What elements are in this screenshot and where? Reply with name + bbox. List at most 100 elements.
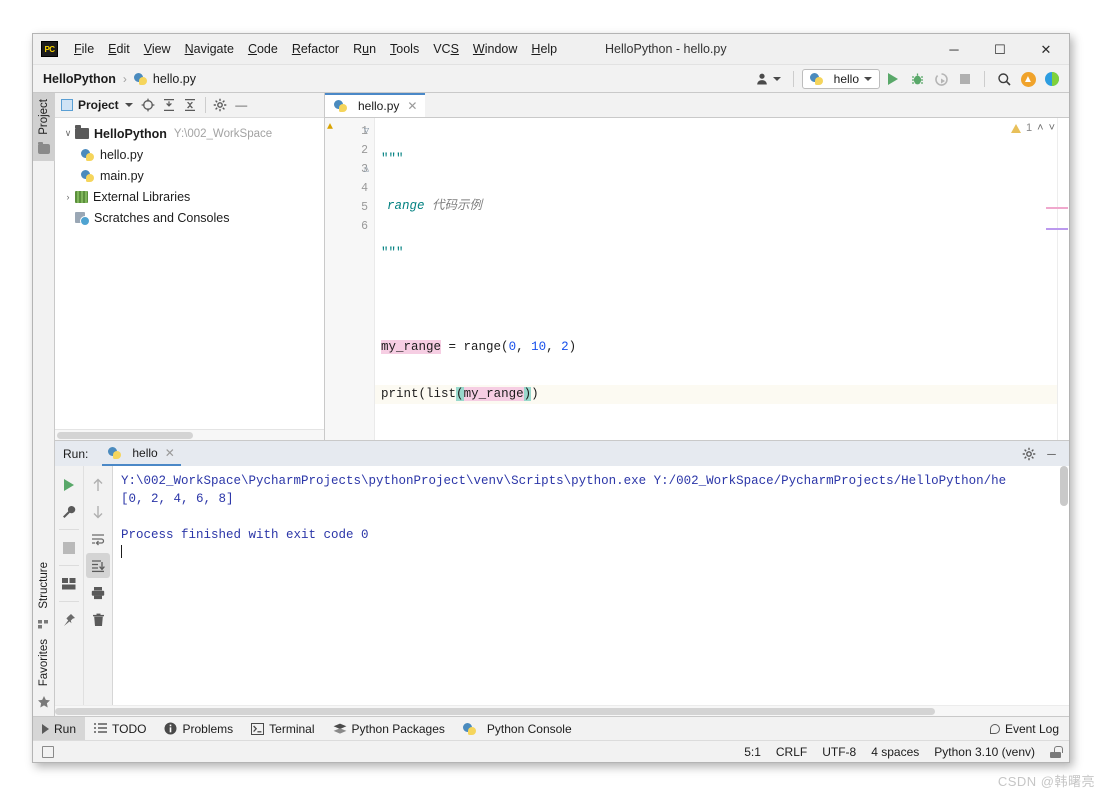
project-panel-title[interactable]: Project: [78, 98, 119, 112]
settings-gear-icon[interactable]: [211, 96, 230, 115]
hide-panel-icon[interactable]: —: [232, 96, 251, 115]
down-arrow-icon[interactable]: [86, 499, 110, 524]
tree-item-main-py[interactable]: main.py: [55, 165, 324, 186]
wrench-icon[interactable]: [57, 499, 81, 524]
console-horizontal-scrollbar[interactable]: [55, 705, 1069, 716]
menu-item-help[interactable]: Help: [524, 40, 564, 58]
menu-item-vcs[interactable]: VCS: [426, 40, 466, 58]
fold-end-icon[interactable]: △: [362, 160, 371, 179]
close-icon[interactable]: ✕: [165, 446, 175, 460]
breadcrumb-project[interactable]: HelloPython: [43, 72, 116, 86]
code-token-paren: ): [568, 340, 577, 354]
print-icon[interactable]: [86, 580, 110, 605]
run-configuration-selector[interactable]: hello: [801, 69, 880, 89]
stop-icon[interactable]: [57, 535, 81, 560]
structure-icon[interactable]: [32, 615, 56, 633]
debug-button[interactable]: [906, 68, 928, 90]
up-arrow-icon[interactable]: [86, 472, 110, 497]
chevron-right-icon[interactable]: ›: [61, 192, 75, 202]
tree-item-external-libraries[interactable]: › External Libraries: [55, 186, 324, 207]
update-project-icon[interactable]: ▲: [1017, 68, 1039, 90]
tree-item-path: Y:\002_WorkSpace: [173, 127, 273, 140]
tab-terminal[interactable]: Terminal: [242, 717, 323, 741]
menu-item-view[interactable]: View: [137, 40, 178, 58]
hide-panel-icon[interactable]: ─: [1042, 444, 1061, 463]
code-token-docstring: """: [381, 152, 404, 166]
menu-item-run[interactable]: Run: [346, 40, 383, 58]
left-tool-rail: Project Structure Favorites: [32, 93, 56, 716]
event-log-button[interactable]: Event Log: [989, 722, 1059, 736]
indent-setting[interactable]: 4 spaces: [871, 745, 919, 759]
breadcrumb: HelloPython › hello.py: [43, 72, 196, 86]
breadcrumb-file[interactable]: hello.py: [153, 72, 196, 86]
run-with-coverage-button[interactable]: [930, 68, 952, 90]
soft-wrap-icon[interactable]: [86, 526, 110, 551]
scroll-to-end-icon[interactable]: [86, 553, 111, 578]
menu-item-navigate[interactable]: Navigate: [178, 40, 241, 58]
tab-python-console[interactable]: Python Console: [454, 717, 581, 741]
tree-item-hellopython[interactable]: ∨ HelloPython Y:\002_WorkSpace: [55, 123, 324, 144]
cursor-position[interactable]: 5:1: [744, 745, 761, 759]
settings-gear-icon[interactable]: [1019, 444, 1038, 463]
code-text[interactable]: """ range 代码示例 """ my_range = range(0, 1…: [375, 118, 1069, 440]
layout-icon[interactable]: [57, 571, 81, 596]
sidebar-item-structure[interactable]: Structure: [35, 556, 53, 615]
minimize-button[interactable]: ─: [931, 34, 977, 65]
chevron-down-icon: [864, 77, 872, 81]
sidebar-item-favorites[interactable]: Favorites: [35, 633, 53, 692]
editor-marker-track[interactable]: [1046, 118, 1069, 440]
tab-label: TODO: [112, 721, 147, 736]
project-window-icon: [61, 99, 73, 111]
rerun-icon[interactable]: [57, 472, 81, 497]
close-button[interactable]: ✕: [1023, 34, 1069, 65]
file-encoding[interactable]: UTF-8: [822, 745, 856, 759]
tab-problems[interactable]: Problems: [155, 717, 242, 741]
chevron-up-icon[interactable]: ˄: [1037, 122, 1043, 134]
tab-python-packages[interactable]: Python Packages: [324, 717, 454, 741]
menu-item-code[interactable]: Code: [241, 40, 285, 58]
tab-hello-py[interactable]: hello.py ✕: [325, 93, 426, 117]
fold-start-icon[interactable]: ▽: [362, 122, 371, 141]
pin-icon[interactable]: [57, 607, 81, 632]
search-icon[interactable]: [993, 68, 1015, 90]
console-vertical-scrollbar[interactable]: [1059, 466, 1069, 705]
run-tab-hello[interactable]: hello ✕: [102, 441, 181, 466]
menu-item-tools[interactable]: Tools: [383, 40, 426, 58]
tree-item-scratches[interactable]: Scratches and Consoles: [55, 207, 324, 228]
menu-item-edit[interactable]: Edit: [101, 40, 137, 58]
console-output[interactable]: Y:\002_WorkSpace\PycharmProjects\pythonP…: [113, 466, 1069, 705]
toggle-toolwindows-icon[interactable]: [42, 745, 54, 758]
locate-icon[interactable]: [139, 96, 158, 115]
share-project-icon[interactable]: [1041, 68, 1063, 90]
collapse-all-icon[interactable]: [181, 96, 200, 115]
expand-all-icon[interactable]: [160, 96, 179, 115]
menu-item-refactor[interactable]: Refactor: [285, 40, 346, 58]
tab-todo[interactable]: TODO: [85, 717, 155, 741]
python-interpreter[interactable]: Python 3.10 (venv): [934, 745, 1035, 759]
star-icon[interactable]: [32, 692, 56, 712]
project-horizontal-scrollbar[interactable]: [55, 429, 324, 440]
close-icon[interactable]: ✕: [407, 99, 417, 113]
console-line: Y:\002_WorkSpace\PycharmProjects\pythonP…: [121, 474, 1007, 488]
maximize-button[interactable]: ☐: [977, 34, 1023, 65]
marker-purple: [1046, 228, 1068, 230]
stop-button[interactable]: [954, 68, 976, 90]
code-token-paren: (: [501, 340, 509, 354]
tab-run[interactable]: Run: [33, 716, 86, 741]
user-account-icon[interactable]: [752, 72, 785, 86]
line-separator[interactable]: CRLF: [776, 745, 807, 759]
chevron-down-icon[interactable]: [124, 103, 133, 107]
folder-icon[interactable]: [37, 143, 50, 154]
run-button[interactable]: [882, 68, 904, 90]
menu-item-window[interactable]: Window: [466, 40, 524, 58]
menu-item-file[interactable]: File: [67, 40, 101, 58]
chevron-down-icon[interactable]: ∨: [61, 128, 75, 139]
inspection-widget: 1 ˄ ˅: [1011, 122, 1055, 134]
sidebar-item-project[interactable]: Project: [35, 93, 53, 141]
trash-icon[interactable]: [86, 607, 110, 632]
tree-item-hello-py[interactable]: hello.py: [55, 144, 324, 165]
code-area[interactable]: 1 2 3 4 5 6 ▽ △ ▲ """ range 代码示例 """ my_…: [325, 118, 1069, 440]
tab-label: Problems: [182, 721, 234, 736]
lock-icon[interactable]: [1050, 745, 1063, 758]
chevron-down-icon[interactable]: ˅: [1049, 122, 1055, 134]
